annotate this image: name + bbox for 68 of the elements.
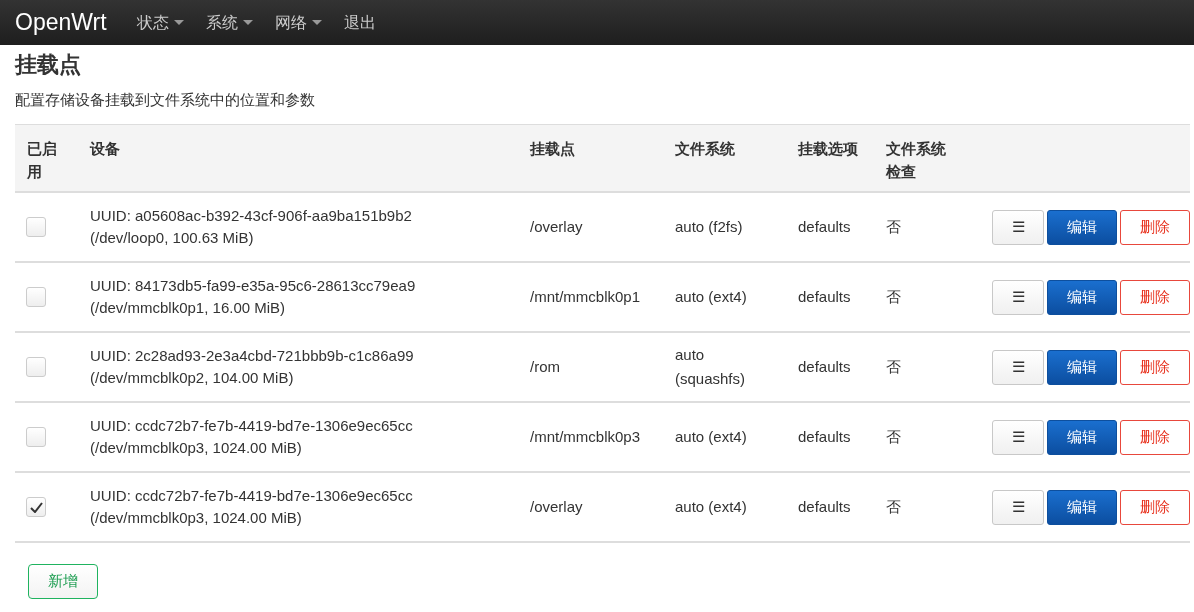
device-uuid: UUID: ccdc72b7-fe7b-4419-bd7e-1306e9ec65cc [90, 486, 414, 506]
device-detail: (/dev/mmcblk0p3, 1024.00 MiB) [90, 508, 303, 528]
column-header: 设备 [90, 139, 120, 157]
page-title: 挂载点 [15, 51, 82, 79]
mount-point: /mnt/mmcblk0p1 [530, 287, 641, 305]
edit-button[interactable]: 编辑 [1047, 279, 1117, 315]
edit-button[interactable]: 编辑 [1047, 419, 1117, 455]
caret-icon [311, 20, 322, 25]
device-detail: (/dev/mmcblk0p2, 104.00 MiB) [90, 368, 295, 388]
column-header: 挂载选项 [798, 139, 858, 157]
fsck-value: 否 [886, 287, 901, 305]
checkbox[interactable] [26, 427, 46, 447]
nav-menu-item[interactable]: 网络 [274, 10, 322, 35]
checkbox[interactable] [26, 357, 46, 377]
column-header: 文件系统 [675, 139, 735, 157]
edit-button[interactable]: 编辑 [1047, 349, 1117, 385]
mount-point: /overlay [530, 217, 583, 235]
column-header: 已启用 [27, 139, 57, 180]
column-header: 文件系统检查 [886, 139, 946, 180]
nav-menu-item[interactable]: 退出 [343, 10, 376, 35]
delete-button[interactable]: 删除 [1120, 489, 1190, 525]
mount-point: /overlay [530, 497, 583, 515]
nav-menu-item[interactable]: 状态 [136, 10, 184, 35]
page-description: 配置存储设备挂载到文件系统中的位置和参数 [15, 90, 316, 110]
caret-icon [242, 20, 253, 25]
mount-point: /rom [530, 357, 560, 375]
device-uuid: UUID: 84173db5-fa99-e35a-95c6-28613cc79ea9 [90, 276, 417, 296]
mount-options: defaults [798, 357, 851, 375]
menu-button[interactable]: ☰ [992, 489, 1044, 525]
filesystem: auto (ext4) [675, 288, 747, 305]
device-uuid: UUID: a05608ac-b392-43cf-906f-aa9ba151b9b2 [90, 206, 413, 226]
delete-button[interactable]: 删除 [1120, 279, 1190, 315]
mount-options: defaults [798, 427, 851, 445]
filesystem: auto (f2fs) [675, 218, 743, 235]
check-icon [29, 501, 43, 513]
filesystem: auto (squashfs) [675, 346, 746, 387]
nav-menu-item[interactable]: 系统 [205, 10, 253, 35]
add-button[interactable]: 新增 [28, 564, 98, 599]
caret-icon [173, 20, 184, 25]
mount-point: /mnt/mmcblk0p3 [530, 427, 641, 445]
filesystem: auto (ext4) [675, 498, 747, 515]
checkbox[interactable] [26, 287, 46, 307]
device-uuid: UUID: 2c28ad93-2e3a4cbd-721bbb9b-c1c86a99 [90, 346, 415, 366]
device-detail: (/dev/mmcblk0p1, 16.00 MiB) [90, 298, 287, 318]
delete-button[interactable]: 删除 [1120, 209, 1190, 245]
mount-options: defaults [798, 217, 851, 235]
edit-button[interactable]: 编辑 [1047, 209, 1117, 245]
delete-button[interactable]: 删除 [1120, 419, 1190, 455]
menu-button[interactable]: ☰ [992, 279, 1044, 315]
checkbox[interactable] [26, 217, 46, 237]
device-detail: (/dev/loop0, 100.63 MiB) [90, 228, 255, 248]
mount-options: defaults [798, 497, 851, 515]
brand-logo[interactable]: OpenWrt [15, 5, 107, 40]
column-header: 挂载点 [530, 139, 575, 157]
fsck-value: 否 [886, 427, 901, 445]
edit-button[interactable]: 编辑 [1047, 489, 1117, 525]
device-detail: (/dev/mmcblk0p3, 1024.00 MiB) [90, 438, 303, 458]
filesystem: auto (ext4) [675, 428, 747, 445]
menu-button[interactable]: ☰ [992, 419, 1044, 455]
menu-button[interactable]: ☰ [992, 349, 1044, 385]
mount-options: defaults [798, 287, 851, 305]
fsck-value: 否 [886, 497, 901, 515]
device-uuid: UUID: ccdc72b7-fe7b-4419-bd7e-1306e9ec65cc [90, 416, 414, 436]
delete-button[interactable]: 删除 [1120, 349, 1190, 385]
fsck-value: 否 [886, 217, 901, 235]
menu-button[interactable]: ☰ [992, 209, 1044, 245]
checkbox[interactable] [26, 497, 46, 517]
fsck-value: 否 [886, 357, 901, 375]
